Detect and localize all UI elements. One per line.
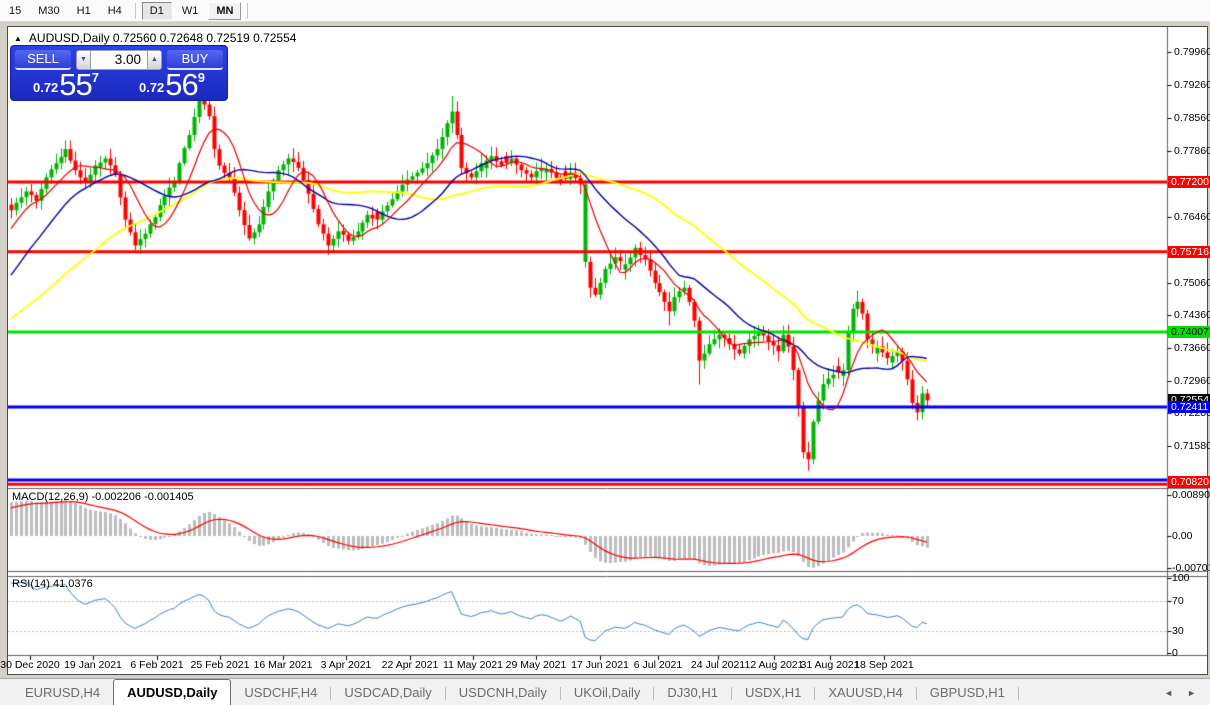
date-axis-label: 22 Apr 2021 [381,659,439,671]
timeframe-button-w1[interactable]: W1 [175,2,206,20]
timeframe-button-mn[interactable]: MN [208,1,242,20]
date-axis-label: 31 Aug 2021 [800,659,860,671]
price-line-label-0.77200[interactable]: 0.77200 [1168,176,1210,188]
timeframe-button-h4[interactable]: H4 [101,2,129,20]
macd-axis-label: 0.008904 [1172,489,1210,502]
price-axis: 0.79960 0.79260 0.78560 0.77860 0.76460 0.750… [1168,0,1210,680]
buy-price-big: 56 [165,67,198,102]
sell-price-prefix: 0.72 [32,80,59,95]
price-axis-tick: 0.71580 [1174,440,1210,453]
chart-tab-eurusd[interactable]: EURUSD,H4 [12,682,113,705]
collapse-triangle-icon[interactable]: ▲ [14,34,22,43]
symbol-ohlc-text: AUDUSD,Daily 0.72560 0.72648 0.72519 0.7… [28,31,297,45]
chart-tab-audusd[interactable]: AUDUSD,Daily [113,679,232,705]
chart-tab-usdcnh[interactable]: USDCNH,Daily [446,682,560,705]
price-axis-tick: 0.79960 [1174,46,1210,59]
timeframe-button-d1[interactable]: D1 [141,1,172,20]
rsi-axis-label: 30 [1172,624,1184,637]
tab-scroll-right-icon[interactable]: ► [1187,688,1196,698]
tab-separator [1017,687,1019,700]
timeframe-toolbar: 15 M30 H1 H4 D1 W1 MN [0,0,1210,22]
timeframe-button-h1[interactable]: H1 [70,2,98,20]
date-axis: 30 Dec 2020 19 Jan 2021 6 Feb 2021 25 Feb 2… [0,659,1168,673]
chart-tab-xauusd[interactable]: XAUUSD,H4 [815,682,915,705]
price-line-label-0.70820[interactable]: 0.70820 [1168,475,1210,488]
price-axis-tick: 0.75060 [1174,276,1210,289]
toolbar-divider [247,2,249,19]
buy-price-prefix: 0.72 [138,80,165,95]
buy-price-sup: 9 [197,70,206,85]
price-axis-tick: 0.79260 [1174,79,1210,92]
timeframe-button-15[interactable]: 15 [2,2,28,20]
chart-tab-dj30[interactable]: DJ30,H1 [654,682,731,705]
chart-tab-usdcad[interactable]: USDCAD,Daily [331,682,444,705]
date-axis-label: 25 Feb 2021 [190,659,250,671]
date-axis-label: 19 Jan 2021 [64,659,122,671]
date-axis-label: 18 Sep 2021 [854,659,914,671]
rsi-axis-label: 0 [1172,647,1178,659]
timeframe-button-m30[interactable]: M30 [31,2,66,20]
toolbar-divider [134,2,136,19]
sell-price-big: 55 [59,67,92,102]
rsi-axis-label: 70 [1172,594,1184,607]
price-line-label-0.75716[interactable]: 0.75716 [1168,245,1210,258]
one-click-trade-panel: SELL ▼ 3.00 ▲ BUY 0.72 55 7 0.72 56 9 [10,45,228,101]
date-axis-label: 11 May 2021 [443,659,503,671]
price-axis-tick: 0.78560 [1174,112,1210,125]
chart-window [7,26,1208,675]
price-line-label-0.74007[interactable]: 0.74007 [1168,326,1210,339]
chart-tab-ukoil[interactable]: UKOil,Daily [561,682,653,705]
macd-indicator-label: MACD(12,26,9) -0.002206 -0.001405 [12,491,194,503]
price-axis-tick: 0.72960 [1174,375,1210,388]
rsi-axis-label: 100 [1172,572,1190,584]
tab-scroll-left-icon[interactable]: ◄ [1164,688,1173,698]
price-line-label-0.72411[interactable]: 0.72411 [1168,401,1210,414]
trading-terminal: { "toolbar": { "buttons": [ {"label":"15… [0,0,1210,705]
price-axis-tick: 0.73660 [1174,342,1210,355]
buy-price[interactable]: 0.72 56 9 [121,67,223,102]
macd-axis-label: 0.00 [1172,530,1193,542]
date-axis-label: 6 Feb 2021 [130,659,184,671]
date-axis-label: 3 Apr 2021 [320,659,372,671]
chart-tab-usdchf[interactable]: USDCHF,H4 [231,682,330,705]
price-chart-canvas[interactable] [8,27,1207,674]
chart-title: ▲ AUDUSD,Daily 0.72560 0.72648 0.72519 0… [14,31,296,45]
chart-tab-usdx[interactable]: USDX,H1 [732,682,814,705]
date-axis-label: 17 Jun 2021 [571,659,629,671]
date-axis-label: 24 Jul 2021 [690,659,746,671]
price-axis-tick: 0.77860 [1174,144,1210,157]
sell-price-sup: 7 [91,70,100,85]
chart-tab-bar: EURUSD,H4 AUDUSD,Daily USDCHF,H4 USDCAD,Dai… [0,678,1210,705]
price-axis-tick: 0.76460 [1174,210,1210,223]
date-axis-label: 6 Jul 2021 [633,659,683,671]
date-axis-label: 29 May 2021 [505,659,567,671]
volume-input[interactable]: 3.00 [91,50,147,70]
sell-price[interactable]: 0.72 55 7 [15,67,117,102]
rsi-indicator-label: RSI(14) 41.0376 [12,578,93,590]
price-axis-tick: 0.74360 [1174,309,1210,322]
bid-ask-prices: 0.72 55 7 0.72 56 9 [11,67,227,102]
chart-tab-gbpusd[interactable]: GBPUSD,H1 [917,682,1018,705]
date-axis-label: 30 Dec 2020 [0,659,60,671]
date-axis-label: 12 Aug 2021 [744,659,804,671]
date-axis-label: 16 Mar 2021 [253,659,313,671]
volume-increase-icon[interactable]: ▲ [147,50,162,70]
